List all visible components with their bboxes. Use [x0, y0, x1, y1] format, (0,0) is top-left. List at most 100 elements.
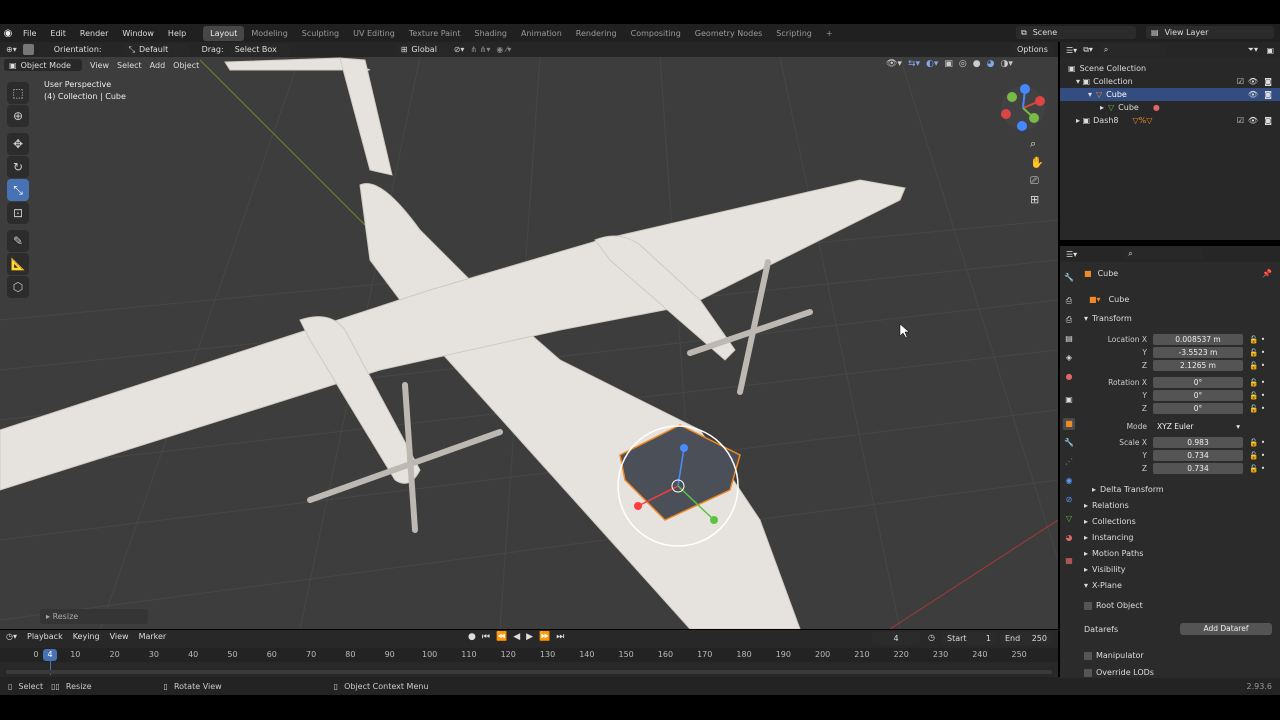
- current-frame-field[interactable]: 4: [872, 632, 920, 645]
- dash8-eye-icon[interactable]: 👁: [1248, 116, 1258, 125]
- outliner-editor-icon[interactable]: ☰▾: [1066, 46, 1077, 55]
- object-name-field[interactable]: ■▾ Cube: [1084, 293, 1272, 306]
- menu-add[interactable]: Add: [150, 61, 166, 70]
- location-x-field[interactable]: 0.008537 m: [1153, 333, 1243, 345]
- filter-icon[interactable]: ⏷▾: [1248, 45, 1258, 55]
- outliner-panel[interactable]: ☰▾ ⧉▾ ⌕ ⏷▾ ▣ ▣ Scene Collection ▾ ▣ Colle…: [1060, 42, 1280, 240]
- measure-tool-icon[interactable]: 📐: [7, 253, 29, 275]
- modifier-tab-icon[interactable]: 🔧: [1063, 437, 1075, 449]
- timeline-editor-icon[interactable]: ◷▾: [6, 632, 17, 641]
- menu-keying[interactable]: Keying: [73, 632, 100, 641]
- jump-start-icon[interactable]: ⏮: [482, 632, 490, 642]
- outliner-item-cube-mesh[interactable]: ▸ ▽ Cube ●: [1060, 101, 1280, 114]
- tab-compositing[interactable]: Compositing: [624, 26, 688, 41]
- timeline-scrollbar[interactable]: [6, 670, 1052, 674]
- add-workspace-icon[interactable]: +: [819, 26, 840, 41]
- lock-rotation-z-icon[interactable]: 🔓 •: [1249, 404, 1265, 413]
- menu-render[interactable]: Render: [73, 29, 115, 38]
- root-object-checkbox-icon[interactable]: [1084, 601, 1092, 610]
- snap-icon[interactable]: ⋔ ⋔▾: [470, 45, 490, 54]
- location-y-field[interactable]: -3.5523 m: [1153, 346, 1243, 358]
- tab-sculpting[interactable]: Sculpting: [295, 26, 346, 41]
- scale-tool-icon[interactable]: ⤡: [7, 179, 29, 201]
- texture-tab-icon[interactable]: ▦: [1063, 555, 1075, 567]
- lock-location-x-icon[interactable]: 🔓 •: [1249, 335, 1265, 344]
- zoom-icon[interactable]: ⌕: [1030, 137, 1044, 151]
- airplane-model[interactable]: [0, 57, 906, 629]
- particles-tab-icon[interactable]: ⋰: [1063, 456, 1075, 468]
- dash8-checkbox-icon[interactable]: ☑: [1237, 116, 1244, 125]
- last-operator-panel[interactable]: ▸ Resize: [40, 609, 148, 624]
- menu-window[interactable]: Window: [115, 29, 161, 38]
- start-frame-field[interactable]: Start 1: [942, 632, 996, 645]
- transform-orientation-dropdown[interactable]: ⊞ Global: [395, 43, 448, 56]
- location-z-field[interactable]: 2.1265 m: [1153, 359, 1243, 371]
- shading-wireframe-icon[interactable]: ◎: [959, 59, 967, 69]
- material-tab-icon[interactable]: ◕: [1063, 532, 1075, 544]
- rotate-tool-icon[interactable]: ↻: [7, 156, 29, 178]
- transform-panel-header[interactable]: ▾ Transform: [1084, 314, 1132, 323]
- rotation-y-field[interactable]: 0°: [1153, 389, 1243, 401]
- shading-rendered-icon[interactable]: ◑▾: [1000, 59, 1012, 69]
- menu-marker[interactable]: Marker: [139, 632, 167, 641]
- world-tab-icon[interactable]: ●: [1063, 371, 1075, 383]
- timeline-editor[interactable]: ◷▾ Playback Keying View Marker ● ⏮ ⏪ ◀ ▶…: [0, 630, 1058, 678]
- annotate-tool-icon[interactable]: ✎: [7, 230, 29, 252]
- menu-playback[interactable]: Playback: [27, 632, 63, 641]
- output-tab-icon[interactable]: ⎙: [1063, 314, 1075, 326]
- proportional-edit-icon[interactable]: ◉ ⁄▾: [496, 45, 511, 54]
- outliner-item-collection[interactable]: ▾ ▣ Collection ☑ 👁 ◙: [1060, 75, 1280, 88]
- menu-view[interactable]: View: [90, 61, 109, 70]
- transform-tool-icon[interactable]: ⊡: [7, 202, 29, 224]
- grid-view-icon[interactable]: ⊞: [1030, 193, 1044, 206]
- tab-shading[interactable]: Shading: [467, 26, 514, 41]
- active-tool-icon[interactable]: [22, 44, 34, 55]
- rotation-mode-dropdown[interactable]: XYZ Euler ▾: [1153, 420, 1243, 432]
- constraints-tab-icon[interactable]: ⊘: [1063, 494, 1075, 506]
- tab-texture-paint[interactable]: Texture Paint: [402, 26, 468, 41]
- pin-icon[interactable]: 📌: [1262, 269, 1272, 278]
- cube-eye-icon[interactable]: 👁: [1248, 90, 1258, 99]
- delta-transform-header[interactable]: ▸ Delta Transform: [1092, 485, 1164, 494]
- menu-help[interactable]: Help: [161, 29, 193, 38]
- override-lods-checkbox-icon[interactable]: [1084, 668, 1092, 677]
- collection-checkbox-icon[interactable]: ☑: [1237, 77, 1244, 86]
- tab-uv-editing[interactable]: UV Editing: [346, 26, 402, 41]
- lock-scale-y-icon[interactable]: 🔓 •: [1249, 451, 1265, 460]
- physics-tab-icon[interactable]: ◉: [1063, 475, 1075, 487]
- play-reverse-icon[interactable]: ◀: [513, 632, 520, 642]
- menu-select[interactable]: Select: [117, 61, 142, 70]
- jump-keyframe-forward-icon[interactable]: ⏩: [539, 632, 550, 642]
- scene-tab-icon[interactable]: ◈: [1063, 352, 1075, 364]
- gizmo-toggle-icon[interactable]: ⇆▾: [908, 59, 920, 69]
- override-lods-checkbox[interactable]: Override LODs: [1084, 668, 1154, 677]
- lock-location-z-icon[interactable]: 🔓 •: [1249, 361, 1265, 370]
- rotation-x-field[interactable]: 0°: [1153, 376, 1243, 388]
- new-collection-icon[interactable]: ▣: [1266, 46, 1274, 55]
- camera-icon[interactable]: ⎚: [1030, 174, 1044, 188]
- tab-rendering[interactable]: Rendering: [569, 26, 624, 41]
- jump-keyframe-back-icon[interactable]: ⏪: [496, 632, 507, 642]
- xplane-header[interactable]: ▾ X-Plane: [1084, 581, 1122, 590]
- menu-timeline-view[interactable]: View: [110, 632, 129, 641]
- navigation-gizmo[interactable]: [1001, 84, 1045, 131]
- tab-modeling[interactable]: Modeling: [244, 26, 294, 41]
- outliner-scene-collection[interactable]: ▣ Scene Collection: [1060, 62, 1280, 75]
- render-tab-icon[interactable]: ⎙: [1063, 295, 1075, 307]
- lock-scale-z-icon[interactable]: 🔓 •: [1249, 464, 1265, 473]
- outliner-item-dash8[interactable]: ▸ ▣ Dash8 ▽%▽ ☑ 👁 ◙: [1060, 114, 1280, 127]
- menu-edit[interactable]: Edit: [43, 29, 73, 38]
- collections-header[interactable]: ▸ Collections: [1084, 517, 1136, 526]
- pivot-point-icon[interactable]: ⊘▾: [454, 45, 465, 54]
- motion-paths-header[interactable]: ▸ Motion Paths: [1084, 549, 1143, 558]
- orientation-dropdown[interactable]: ⤡ Default: [123, 43, 190, 56]
- editor-type-icon[interactable]: ⊕▾: [6, 45, 17, 54]
- relations-header[interactable]: ▸ Relations: [1084, 501, 1129, 510]
- scale-y-field[interactable]: 0.734: [1153, 449, 1243, 461]
- tool-tab-icon[interactable]: 🔧: [1063, 272, 1075, 284]
- menu-file[interactable]: File: [16, 29, 43, 38]
- properties-editor-icon[interactable]: ☰▾: [1066, 250, 1077, 259]
- pan-hand-icon[interactable]: ✋: [1030, 156, 1044, 169]
- 3d-viewport[interactable]: User Perspective (4) Collection | Cube ▸…: [0, 57, 1058, 629]
- view-layer-selector[interactable]: ▤ View Layer: [1146, 26, 1274, 39]
